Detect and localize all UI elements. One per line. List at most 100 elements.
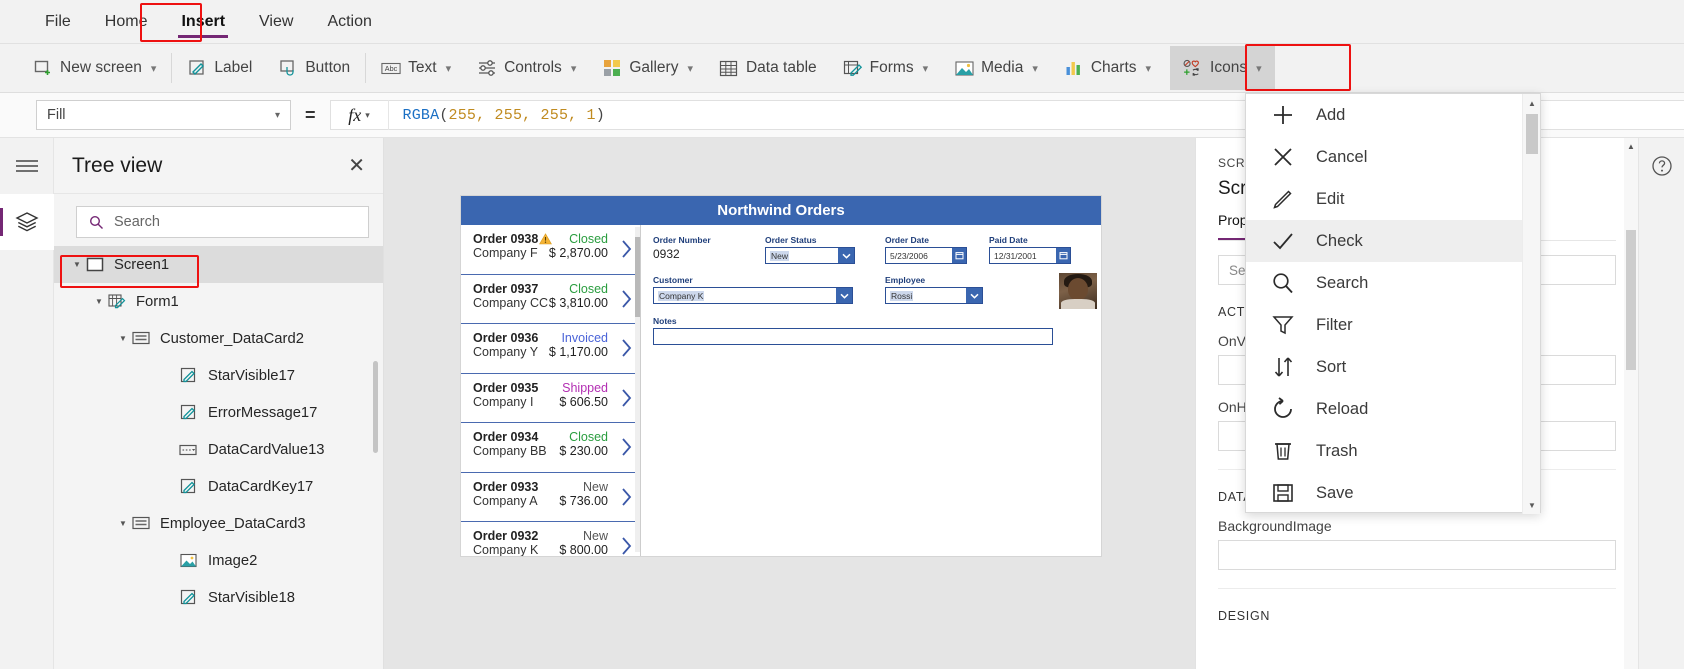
- tree-scrollbar-thumb[interactable]: [373, 361, 378, 453]
- tree-node-form1[interactable]: ▼ Form1: [54, 283, 383, 320]
- tree-node-image2[interactable]: ▼ Image2: [54, 542, 383, 579]
- tree-node-errormessage17[interactable]: ▼ ErrorMessage17: [54, 394, 383, 431]
- order-row[interactable]: Order 0937 Closed Company CC $ 3,810.00: [461, 275, 640, 324]
- orders-gallery[interactable]: Order 0938 Closed Company F $ 2,870.00 O…: [461, 225, 641, 556]
- order-row[interactable]: Order 0936 Invoiced Company Y $ 1,170.00: [461, 324, 640, 374]
- chevron-right-icon[interactable]: [620, 238, 633, 260]
- icons-menu-item-add[interactable]: Add: [1246, 94, 1524, 136]
- customer-dropdown[interactable]: Company K: [653, 287, 853, 304]
- order-row[interactable]: Order 0932 New Company K $ 800.00: [461, 522, 640, 556]
- chevron-right-icon[interactable]: [620, 288, 633, 310]
- order-row-bottom: Company Y $ 1,170.00: [473, 345, 630, 359]
- icons-menu-item-trash[interactable]: Trash: [1246, 430, 1524, 472]
- scroll-down-arrow-icon[interactable]: ▼: [1523, 496, 1541, 514]
- expand-triangle-icon[interactable]: ▼: [70, 260, 84, 269]
- expand-triangle-icon[interactable]: ▼: [92, 297, 106, 306]
- help-button[interactable]: [1639, 138, 1684, 194]
- close-icon[interactable]: ✕: [348, 156, 365, 176]
- chevron-right-icon[interactable]: [620, 436, 633, 458]
- tree-view-rail-button[interactable]: [0, 194, 54, 250]
- chevron-down-icon[interactable]: [836, 288, 852, 303]
- tree-node-datacardkey17[interactable]: ▼ DataCardKey17: [54, 468, 383, 505]
- employee-dropdown[interactable]: Rossi: [885, 287, 983, 304]
- icons-menu-item-cancel[interactable]: Cancel: [1246, 136, 1524, 178]
- fx-button[interactable]: fx ▾: [331, 100, 389, 130]
- icons-menu-item-filter[interactable]: Filter: [1246, 304, 1524, 346]
- tree-node-screen1[interactable]: ▼ Screen1: [54, 246, 383, 283]
- expand-triangle-icon[interactable]: ▼: [116, 334, 130, 343]
- properties-scrollbar-thumb[interactable]: [1626, 230, 1636, 370]
- ribbon-text-button[interactable]: Abc Text ▾: [368, 46, 464, 90]
- order-row[interactable]: Order 0935 Shipped Company I $ 606.50: [461, 374, 640, 423]
- calendar-icon[interactable]: [1056, 248, 1070, 263]
- formula-input[interactable]: RGBA(255, 255, 255, 1): [389, 107, 605, 124]
- ribbon-label-button[interactable]: Label: [174, 46, 265, 90]
- tree-node-starvisible17[interactable]: ▼ StarVisible17: [54, 357, 383, 394]
- icons-menu-item-search[interactable]: Search: [1246, 262, 1524, 304]
- chevron-right-icon[interactable]: [620, 387, 633, 409]
- gallery-scrollbar[interactable]: [635, 227, 640, 552]
- controls-sliders-icon: [477, 58, 497, 78]
- icons-menu-scrollbar-thumb[interactable]: [1526, 114, 1538, 154]
- order-row[interactable]: Order 0933 New Company A $ 736.00: [461, 473, 640, 522]
- menu-item-home[interactable]: Home: [88, 0, 165, 44]
- icons-menu-label: Save: [1316, 483, 1354, 502]
- chevron-right-icon[interactable]: [620, 486, 633, 508]
- order-row[interactable]: Order 0934 Closed Company BB $ 230.00: [461, 423, 640, 473]
- tree-node-customer-datacard2[interactable]: ▼ Customer_DataCard2: [54, 320, 383, 357]
- paid-date-input[interactable]: 12/31/2001: [989, 247, 1071, 264]
- ribbon-icons-button[interactable]: Icons ▾: [1170, 46, 1275, 90]
- svg-text:Abc: Abc: [385, 64, 398, 73]
- field-input-backgroundimage[interactable]: [1218, 540, 1616, 570]
- chevron-right-icon[interactable]: [620, 535, 633, 556]
- button-icon: [278, 58, 298, 78]
- scroll-up-arrow-icon[interactable]: ▲: [1624, 138, 1638, 154]
- ribbon-forms-button[interactable]: Forms ▾: [830, 46, 941, 90]
- icons-menu-label: Filter: [1316, 315, 1353, 334]
- gallery-scrollbar-thumb[interactable]: [635, 237, 640, 317]
- ribbon-charts-button[interactable]: Charts ▾: [1051, 46, 1164, 90]
- menu-item-file[interactable]: File: [28, 0, 88, 44]
- order-date-input[interactable]: 5/23/2006: [885, 247, 967, 264]
- menu-item-insert[interactable]: Insert: [164, 0, 242, 44]
- scroll-up-arrow-icon[interactable]: ▲: [1523, 94, 1541, 112]
- tree-node-label: DataCardKey17: [208, 478, 314, 495]
- ribbon-data-table-button[interactable]: Data table: [706, 46, 830, 90]
- chevron-down-icon[interactable]: [966, 288, 982, 303]
- ribbon-media-button[interactable]: Media ▾: [941, 46, 1051, 90]
- field-label-order-date: Order Date: [885, 235, 929, 245]
- menu-item-action[interactable]: Action: [310, 0, 388, 44]
- ribbon-button-button[interactable]: Button: [265, 46, 363, 90]
- icons-menu-scrollbar[interactable]: ▲ ▼: [1522, 94, 1540, 514]
- ribbon-label-button: Button: [305, 59, 351, 76]
- menu-item-view[interactable]: View: [242, 0, 310, 44]
- properties-scrollbar[interactable]: ▲: [1624, 138, 1638, 669]
- tree-node-starvisible18[interactable]: ▼ StarVisible18: [54, 579, 383, 616]
- tree-search-input[interactable]: Search: [76, 206, 369, 238]
- hamburger-menu-button[interactable]: [0, 138, 54, 194]
- top-menu-bar: File Home Insert View Action: [0, 0, 1684, 44]
- chevron-right-icon[interactable]: [620, 337, 633, 359]
- order-amount: $ 736.00: [559, 493, 608, 508]
- calendar-icon[interactable]: [952, 248, 966, 263]
- tree-node-datacardvalue13[interactable]: ▼ DataCardValue13: [54, 431, 383, 468]
- icons-menu-item-edit[interactable]: Edit: [1246, 178, 1524, 220]
- ribbon-new-screen-button[interactable]: New screen ▾: [20, 46, 169, 90]
- photo-shirt: [1061, 299, 1095, 309]
- order-status-dropdown[interactable]: New: [765, 247, 855, 264]
- photo-face: [1068, 278, 1088, 300]
- notes-input[interactable]: [653, 328, 1053, 345]
- app-screen-preview[interactable]: Northwind Orders Order 0938 Closed Compa…: [461, 196, 1101, 556]
- expand-triangle-icon[interactable]: ▼: [116, 519, 130, 528]
- icons-menu-item-save[interactable]: Save: [1246, 472, 1524, 514]
- ribbon-gallery-button[interactable]: Gallery ▾: [589, 46, 706, 90]
- order-row[interactable]: Order 0938 Closed Company F $ 2,870.00: [461, 225, 640, 275]
- property-selector[interactable]: Fill ▾: [36, 100, 291, 130]
- chevron-down-icon[interactable]: [838, 248, 854, 263]
- formula-open-paren: (: [439, 106, 449, 124]
- icons-menu-item-reload[interactable]: Reload: [1246, 388, 1524, 430]
- tree-node-employee-datacard3[interactable]: ▼ Employee_DataCard3: [54, 505, 383, 542]
- icons-menu-item-sort[interactable]: Sort: [1246, 346, 1524, 388]
- ribbon-controls-button[interactable]: Controls ▾: [464, 46, 589, 90]
- icons-menu-item-check[interactable]: Check: [1246, 220, 1524, 262]
